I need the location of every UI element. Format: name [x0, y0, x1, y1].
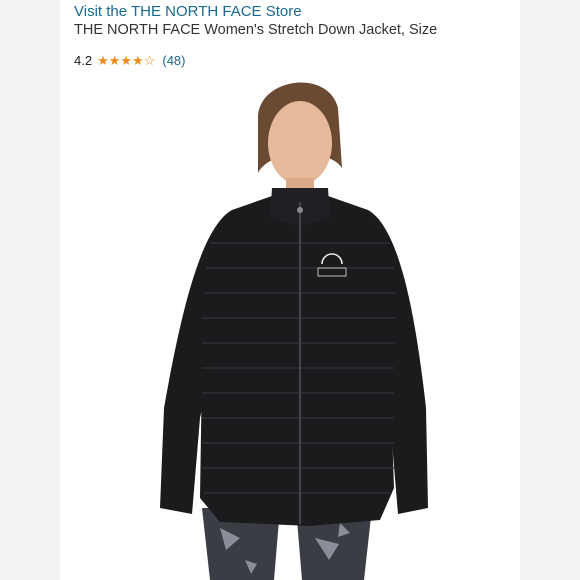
star-filled-icon: ★ — [97, 52, 109, 68]
review-count-link[interactable]: (48) — [162, 53, 185, 68]
product-title[interactable]: THE NORTH FACE Women's Stretch Down Jack… — [74, 22, 437, 38]
star-empty-icon: ☆ — [143, 52, 156, 68]
star-rating[interactable]: ★ ★ ★ ★ ☆ — [97, 54, 155, 67]
left-margin-band — [0, 0, 60, 580]
zipper-pull — [297, 207, 303, 213]
jacket — [200, 196, 394, 526]
product-photo[interactable] — [60, 68, 520, 580]
star-filled-icon: ★ — [108, 52, 121, 68]
product-card: Visit the THE NORTH FACE Store THE NORTH… — [60, 0, 520, 580]
rating-value: 4.2 — [74, 52, 93, 68]
rating-row: 4.2 ★ ★ ★ ★ ☆ (48) — [74, 51, 185, 69]
star-filled-icon: ★ — [120, 52, 133, 68]
right-margin-band — [520, 0, 580, 580]
store-link[interactable]: Visit the THE NORTH FACE Store — [74, 3, 302, 20]
face — [268, 101, 332, 185]
star-filled-icon: ★ — [132, 52, 144, 68]
